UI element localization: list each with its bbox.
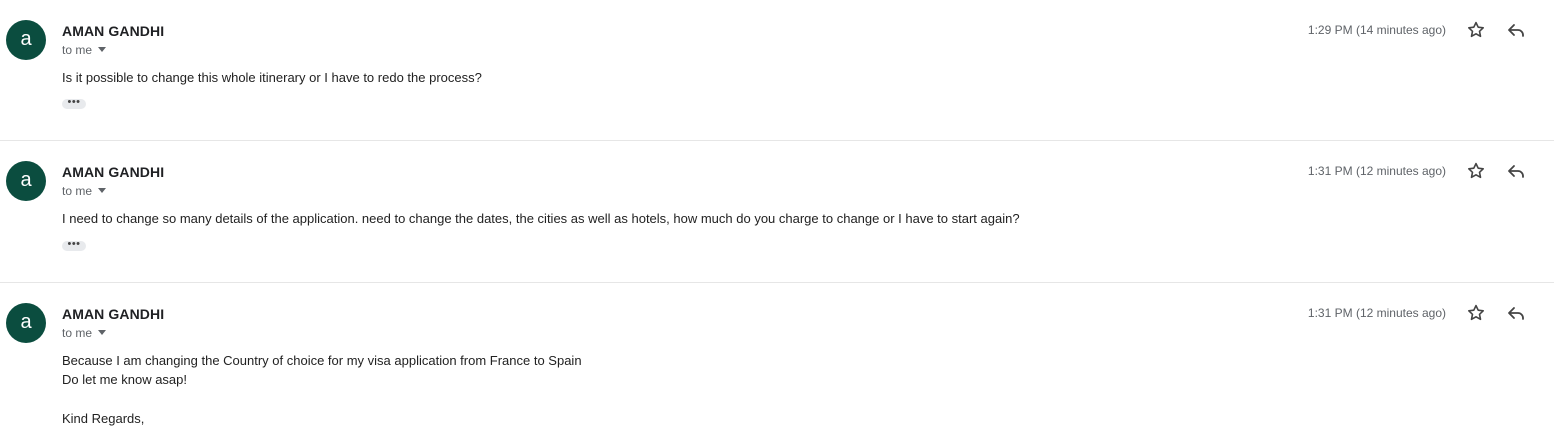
- sender-name[interactable]: AMAN GANDHI: [62, 306, 164, 322]
- recipient-label: to me: [62, 326, 93, 340]
- reply-icon[interactable]: [1504, 18, 1528, 42]
- more-icon[interactable]: •••: [62, 97, 86, 109]
- star-icon[interactable]: [1464, 301, 1488, 325]
- more-icon[interactable]: •••: [62, 239, 86, 251]
- sender-name[interactable]: AMAN GANDHI: [62, 164, 164, 180]
- star-icon[interactable]: [1464, 18, 1488, 42]
- timestamp: 1:31 PM (12 minutes ago): [1307, 164, 1446, 178]
- chevron-down-icon[interactable]: [98, 47, 107, 52]
- star-icon[interactable]: [1464, 159, 1488, 183]
- recipient-summary: to me: [62, 326, 107, 340]
- recipient-summary: to me: [62, 184, 107, 198]
- message-body-line: Kind Regards,: [62, 411, 145, 426]
- avatar[interactable]: a: [6, 303, 46, 343]
- sender-name[interactable]: AMAN GANDHI: [62, 23, 164, 39]
- avatar[interactable]: a: [6, 20, 46, 60]
- recipient-label: to me: [62, 184, 93, 198]
- reply-icon[interactable]: [1504, 159, 1528, 183]
- timestamp: 1:31 PM (12 minutes ago): [1307, 306, 1446, 320]
- recipient-label: to me: [62, 43, 93, 57]
- divider: [0, 140, 1554, 141]
- recipient-summary: to me: [62, 43, 107, 57]
- reply-icon[interactable]: [1504, 301, 1528, 325]
- message-body-line: Do let me know asap!: [62, 372, 188, 387]
- timestamp: 1:29 PM (14 minutes ago): [1307, 23, 1446, 37]
- message-body-line: Is it possible to change this whole itin…: [62, 70, 482, 85]
- chevron-down-icon[interactable]: [98, 188, 107, 193]
- divider: [0, 282, 1554, 283]
- chevron-down-icon[interactable]: [98, 330, 107, 335]
- avatar[interactable]: a: [6, 161, 46, 201]
- message-body-line: I need to change so many details of the …: [62, 211, 1020, 226]
- message-body-line: Because I am changing the Country of cho…: [62, 353, 582, 368]
